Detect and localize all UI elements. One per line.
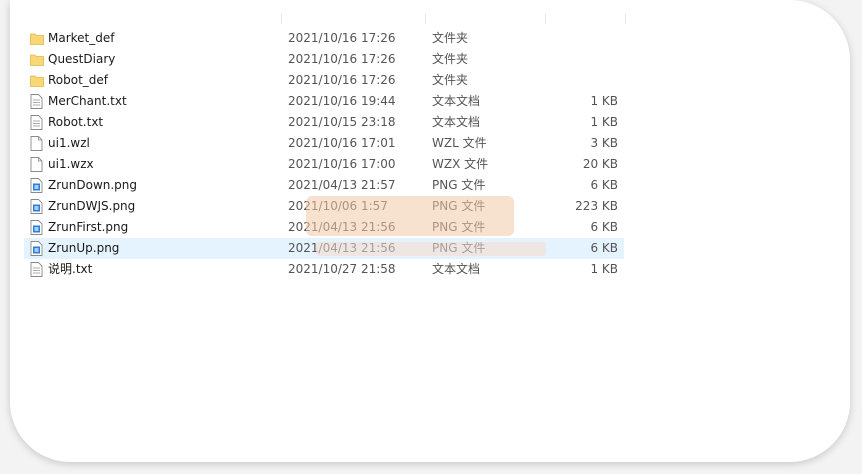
file-type: 文件夹 bbox=[432, 31, 469, 45]
image-file-icon bbox=[30, 178, 43, 193]
file-size: 6 KB bbox=[590, 178, 618, 192]
file-type: 文本文档 bbox=[432, 94, 481, 108]
file-modified-date: 2021/10/16 17:26 bbox=[288, 31, 396, 45]
text-file-icon bbox=[30, 94, 43, 109]
file-name: Robot_def bbox=[48, 73, 109, 87]
file-modified-date: 2021/04/13 21:57 bbox=[288, 178, 396, 192]
column-divider[interactable] bbox=[545, 14, 546, 24]
file-row[interactable]: ui1.wzx 2021/10/16 17:00 WZX 文件 20 KB bbox=[24, 154, 624, 175]
file-row[interactable]: ZrunUp.png 2021/04/13 21:56 PNG 文件 6 KB bbox=[24, 238, 624, 259]
file-size: 6 KB bbox=[590, 241, 618, 255]
text-file-icon bbox=[30, 115, 43, 130]
file-type: PNG 文件 bbox=[432, 241, 486, 255]
image-file-icon bbox=[30, 241, 43, 256]
file-name: Market_def bbox=[48, 31, 115, 45]
file-row[interactable]: Market_def 2021/10/16 17:26 文件夹 bbox=[24, 28, 624, 49]
folder-icon bbox=[30, 31, 44, 46]
file-type: PNG 文件 bbox=[432, 220, 486, 234]
file-list: Market_def 2021/10/16 17:26 文件夹 QuestDia… bbox=[24, 28, 624, 280]
file-modified-date: 2021/10/16 17:00 bbox=[288, 157, 396, 171]
file-row[interactable]: MerChant.txt 2021/10/16 19:44 文本文档 1 KB bbox=[24, 91, 624, 112]
file-name: QuestDiary bbox=[48, 52, 116, 66]
folder-icon bbox=[30, 52, 44, 67]
blank-file-icon bbox=[30, 136, 43, 151]
file-size: 1 KB bbox=[590, 94, 618, 108]
column-divider[interactable] bbox=[625, 14, 626, 24]
file-size: 1 KB bbox=[590, 262, 618, 276]
file-size: 1 KB bbox=[590, 115, 618, 129]
file-modified-date: 2021/10/06 1:57 bbox=[288, 199, 388, 213]
file-name: ui1.wzl bbox=[48, 136, 90, 150]
file-row[interactable]: ZrunDown.png 2021/04/13 21:57 PNG 文件 6 K… bbox=[24, 175, 624, 196]
file-name: Robot.txt bbox=[48, 115, 104, 129]
file-type: 文本文档 bbox=[432, 115, 481, 129]
file-row[interactable]: 说明.txt 2021/10/27 21:58 文本文档 1 KB bbox=[24, 259, 624, 280]
file-name: 说明.txt bbox=[48, 262, 93, 276]
blank-file-icon bbox=[30, 157, 43, 172]
file-size: 3 KB bbox=[590, 136, 618, 150]
file-name: ZrunUp.png bbox=[48, 241, 120, 255]
folder-icon bbox=[30, 73, 44, 88]
file-modified-date: 2021/10/27 21:58 bbox=[288, 262, 396, 276]
file-row[interactable]: ZrunFirst.png 2021/04/13 21:56 PNG 文件 6 … bbox=[24, 217, 624, 238]
file-row[interactable]: Robot_def 2021/10/16 17:26 文件夹 bbox=[24, 70, 624, 91]
file-modified-date: 2021/10/16 17:26 bbox=[288, 73, 396, 87]
file-modified-date: 2021/10/15 23:18 bbox=[288, 115, 396, 129]
file-modified-date: 2021/04/13 21:56 bbox=[288, 220, 396, 234]
file-type: 文件夹 bbox=[432, 52, 469, 66]
image-file-icon bbox=[30, 220, 43, 235]
file-type: PNG 文件 bbox=[432, 178, 486, 192]
file-row[interactable]: ZrunDWJS.png 2021/10/06 1:57 PNG 文件 223 … bbox=[24, 196, 624, 217]
file-type: 文件夹 bbox=[432, 73, 469, 87]
column-header-dividers bbox=[10, 0, 850, 24]
file-name: ui1.wzx bbox=[48, 157, 94, 171]
file-size: 6 KB bbox=[590, 220, 618, 234]
file-size: 20 KB bbox=[582, 157, 618, 171]
text-file-icon bbox=[30, 262, 43, 277]
file-type: WZX 文件 bbox=[432, 157, 489, 171]
column-divider[interactable] bbox=[281, 14, 282, 24]
column-divider[interactable] bbox=[425, 14, 426, 24]
file-row[interactable]: QuestDiary 2021/10/16 17:26 文件夹 bbox=[24, 49, 624, 70]
file-row[interactable]: Robot.txt 2021/10/15 23:18 文本文档 1 KB bbox=[24, 112, 624, 133]
file-modified-date: 2021/10/16 17:26 bbox=[288, 52, 396, 66]
file-type: 文本文档 bbox=[432, 262, 481, 276]
file-row[interactable]: ui1.wzl 2021/10/16 17:01 WZL 文件 3 KB bbox=[24, 133, 624, 154]
file-type: WZL 文件 bbox=[432, 136, 487, 150]
file-name: ZrunDWJS.png bbox=[48, 199, 136, 213]
file-size: 223 KB bbox=[575, 199, 618, 213]
file-name: ZrunDown.png bbox=[48, 178, 138, 192]
image-file-icon bbox=[30, 199, 43, 214]
file-type: PNG 文件 bbox=[432, 199, 486, 213]
file-modified-date: 2021/10/16 17:01 bbox=[288, 136, 396, 150]
file-name: ZrunFirst.png bbox=[48, 220, 129, 234]
file-name: MerChant.txt bbox=[48, 94, 127, 108]
file-modified-date: 2021/04/13 21:56 bbox=[288, 241, 396, 255]
file-modified-date: 2021/10/16 19:44 bbox=[288, 94, 396, 108]
screenshot-frame: Market_def 2021/10/16 17:26 文件夹 QuestDia… bbox=[0, 0, 862, 474]
